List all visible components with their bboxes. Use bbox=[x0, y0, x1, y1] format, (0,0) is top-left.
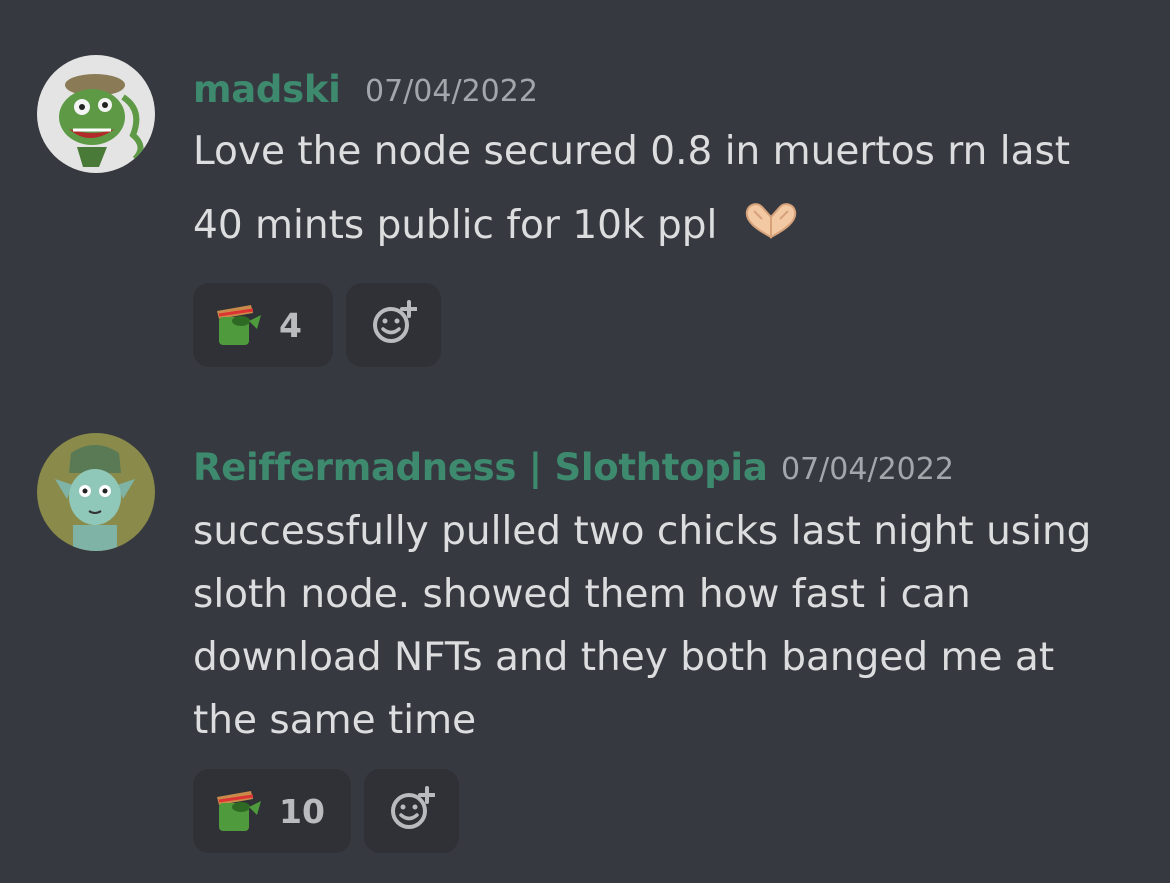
timestamp: 07/04/2022 bbox=[365, 74, 538, 109]
add-reaction-icon bbox=[389, 786, 436, 836]
message-line: the same time bbox=[193, 698, 477, 743]
chat-message-list: madski 07/04/2022 Love the node secured … bbox=[0, 0, 1170, 883]
reaction-count: 4 bbox=[279, 305, 302, 345]
avatar[interactable] bbox=[37, 55, 155, 173]
message-line-text: 40 mints public for 10k ppl bbox=[193, 203, 718, 248]
message-line: download NFTs and they both banged me at bbox=[193, 635, 1055, 680]
add-reaction-button[interactable] bbox=[346, 283, 441, 367]
message-line: Love the node secured 0.8 in muertos rn … bbox=[193, 129, 1071, 174]
heart-hands-emoji bbox=[742, 201, 800, 255]
add-reaction-button[interactable] bbox=[364, 769, 459, 853]
message-content: successfully pulled two chicks last nigh… bbox=[193, 500, 1143, 752]
message-line: successfully pulled two chicks last nigh… bbox=[193, 509, 1092, 554]
username[interactable]: Reiffermadness | Slothtopia bbox=[193, 446, 768, 489]
timestamp: 07/04/2022 bbox=[781, 452, 954, 487]
reaction-button[interactable]: 10 bbox=[193, 769, 351, 853]
username[interactable]: madski bbox=[193, 68, 341, 111]
pepe-cowboy-emoji bbox=[213, 299, 263, 351]
message-line: 40 mints public for 10k ppl bbox=[193, 200, 1143, 255]
avatar[interactable] bbox=[37, 433, 155, 551]
reaction-button[interactable]: 4 bbox=[193, 283, 333, 367]
message-content: Love the node secured 0.8 in muertos rn … bbox=[193, 126, 1143, 255]
reaction-count: 10 bbox=[279, 791, 325, 831]
message-line: sloth node. showed them how fast i can bbox=[193, 572, 971, 617]
pepe-cowboy-emoji bbox=[213, 785, 263, 837]
add-reaction-icon bbox=[371, 300, 418, 350]
